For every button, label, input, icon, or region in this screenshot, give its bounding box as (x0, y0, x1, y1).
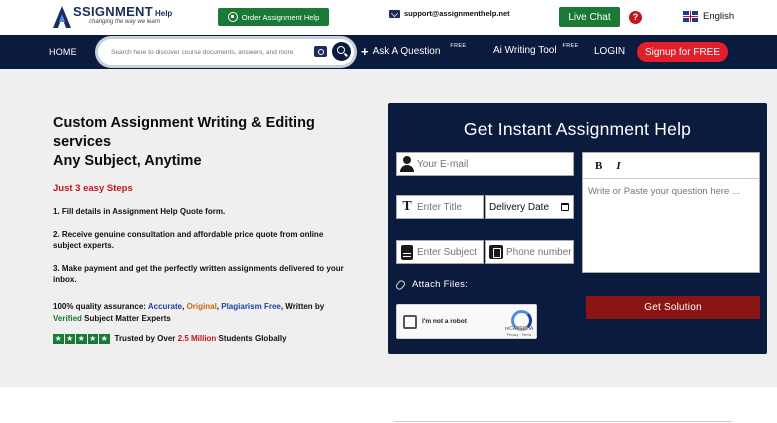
email-field-wrapper (396, 152, 574, 176)
question-textarea[interactable]: Write or Paste your question here ... (583, 179, 759, 204)
support-email-link[interactable]: support@assignmenthelp.net (389, 9, 510, 18)
language-label: English (703, 11, 735, 22)
uk-flag-icon (683, 11, 698, 22)
recaptcha-checkbox[interactable] (403, 315, 417, 329)
user-icon (400, 156, 414, 172)
quality-assurance: 100% quality assurance: Accurate, Origin… (53, 301, 353, 325)
star-icon: ★ (64, 333, 75, 344)
main-nav: HOME + Ask A Question FREE Ai Writing To… (0, 35, 777, 69)
hero-title-line1: Custom Assignment Writing & Editing serv… (53, 115, 315, 150)
help-question-icon[interactable]: ? (629, 11, 642, 24)
rating-stars: ★ ★ ★ ★ ★ (53, 333, 110, 344)
star-icon: ★ (76, 333, 87, 344)
plus-icon: + (361, 44, 369, 59)
top-header: SSIGNMENT Help changing the way we learn … (0, 0, 777, 35)
bold-button[interactable]: B (595, 160, 602, 172)
quality-accurate: Accurate (147, 301, 183, 311)
editor-toolbar: B I (583, 153, 759, 179)
quality-original: Original (186, 301, 217, 311)
step-1: 1. Fill details in Assignment Help Quote… (53, 207, 226, 216)
quality-plagiarism: Plagiarism Free (221, 301, 281, 311)
ask-free-badge: FREE (450, 42, 467, 49)
star-icon: ★ (87, 333, 98, 344)
ai-free-badge: FREE (562, 43, 579, 49)
logo-tagline: changing the way we learn (89, 19, 161, 25)
phone-icon (489, 245, 503, 259)
page-bottom (0, 387, 777, 423)
italic-button[interactable]: I (616, 160, 620, 172)
nav-ask-question-link[interactable]: + Ask A Question FREE (361, 42, 467, 59)
star-icon: ★ (53, 333, 64, 344)
recaptcha-label: I'm not a robot (422, 318, 467, 325)
get-solution-button[interactable]: Get Solution (586, 296, 760, 319)
step-3: 3. Make payment and get the perfectly wr… (53, 263, 344, 285)
whatsapp-icon (227, 12, 238, 22)
subject-field-wrapper (396, 240, 484, 264)
whatsapp-label: Order Assignment Help (241, 12, 320, 22)
hero-section: Custom Assignment Writing & Editing serv… (0, 69, 777, 387)
trust-suffix: Students Globally (216, 334, 287, 344)
attach-label: Attach Files: (412, 279, 469, 290)
calendar-icon[interactable] (561, 203, 569, 211)
trust-prefix: Trusted by Over (114, 334, 178, 344)
email-field[interactable] (417, 158, 573, 170)
live-chat-button[interactable]: Live Chat (559, 7, 620, 27)
divider (394, 421, 732, 422)
nav-home-link[interactable]: HOME (49, 47, 77, 57)
quality-verified: Verified (53, 313, 82, 323)
hero-title: Custom Assignment Writing & Editing serv… (53, 114, 353, 171)
delivery-date-label: Delivery Date (489, 201, 550, 213)
ai-label: Ai Writing Tool (493, 45, 557, 56)
form-title: Get Instant Assignment Help (463, 119, 692, 139)
question-editor: B I Write or Paste your question here ..… (582, 152, 760, 273)
quote-form: Get Instant Assignment Help T Delivery D… (388, 103, 767, 354)
hero-intro: Custom Assignment Writing & Editing serv… (53, 114, 353, 344)
hero-title-line2: Any Subject, Anytime (53, 153, 202, 169)
quality-prefix: 100% quality assurance: (53, 301, 148, 311)
star-icon: ★ (99, 333, 110, 344)
search-bar (98, 39, 354, 65)
recaptcha-brand: reCAPTCHA (504, 326, 534, 332)
ask-label: Ask A Question (372, 46, 441, 57)
quality-mid: , Written by (280, 301, 325, 311)
step-2: 2. Receive genuine consultation and affo… (53, 229, 324, 251)
trust-count: 2.5 Million (177, 334, 217, 344)
nav-ai-writing-link[interactable]: Ai Writing Tool FREE (493, 43, 579, 56)
recaptcha-logo-icon (511, 310, 532, 331)
search-input[interactable] (111, 48, 309, 56)
attach-files[interactable]: Attach Files: (394, 278, 469, 291)
paperclip-icon (394, 278, 407, 291)
site-logo[interactable]: SSIGNMENT Help changing the way we learn (52, 5, 172, 29)
logo-help: Help (154, 9, 173, 18)
subject-field[interactable] (417, 246, 483, 258)
delivery-date-field[interactable]: Delivery Date (485, 195, 574, 219)
camera-icon[interactable] (314, 46, 327, 57)
title-field[interactable] (417, 201, 483, 213)
trust-line: ★ ★ ★ ★ ★ Trusted by Over 2.5 Million St… (53, 333, 353, 344)
phone-field-wrapper (485, 240, 574, 264)
support-email: support@assignmenthelp.net (404, 9, 510, 18)
nav-login-link[interactable]: LOGIN (594, 46, 625, 57)
recaptcha-widget: I'm not a robot reCAPTCHA Privacy - Term… (396, 304, 537, 339)
order-whatsapp-button[interactable]: Order Assignment Help (218, 8, 329, 26)
logo-word: SSIGNMENT (73, 4, 153, 19)
search-button[interactable] (332, 42, 351, 61)
steps-heading: Just 3 easy Steps (53, 183, 133, 194)
book-icon (401, 244, 413, 260)
logo-a-icon (52, 5, 72, 29)
recaptcha-terms[interactable]: Privacy - Terms (503, 333, 535, 337)
signup-button[interactable]: Signup for FREE (637, 42, 728, 62)
language-selector[interactable]: English (683, 11, 734, 22)
title-field-wrapper: T (396, 195, 484, 219)
text-t-icon: T (402, 199, 412, 214)
quality-suffix: Subject Matter Experts (81, 313, 171, 323)
phone-field[interactable] (506, 246, 573, 258)
envelope-icon (389, 9, 400, 18)
